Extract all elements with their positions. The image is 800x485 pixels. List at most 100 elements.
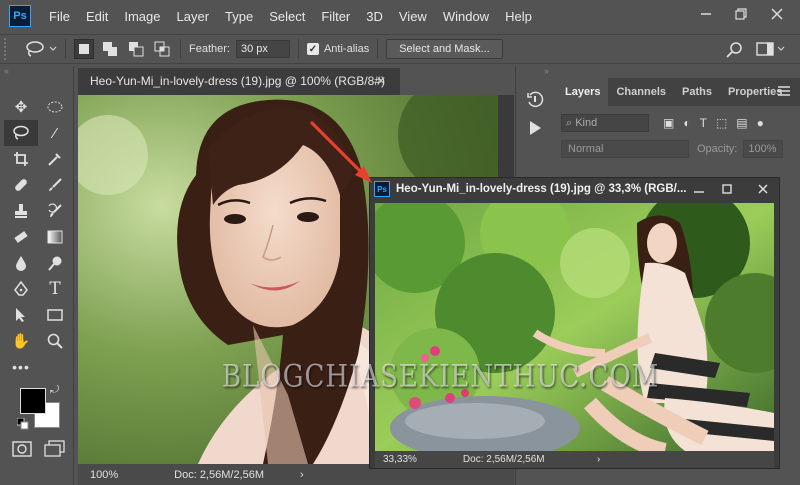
divider <box>297 39 299 59</box>
menu-file[interactable]: File <box>41 9 78 24</box>
blend-mode-select[interactable]: Normal <box>561 140 689 158</box>
brush-tool[interactable] <box>38 172 72 198</box>
blur-tool[interactable] <box>4 250 38 276</box>
filter-toggle-icon[interactable]: ● <box>757 116 764 130</box>
filter-smart-object-icon[interactable]: ▤ <box>736 116 747 130</box>
type-tool[interactable]: T <box>38 276 72 302</box>
menu-edit[interactable]: Edit <box>78 9 116 24</box>
add-selection-icon <box>103 42 117 56</box>
tab-paths[interactable]: Paths <box>674 78 720 106</box>
menu-image[interactable]: Image <box>116 9 168 24</box>
close-icon <box>758 184 768 194</box>
floating-window-title: Heo-Yun-Mi_in-lovely-dress (19).jpg @ 33… <box>396 183 687 195</box>
filter-shape-icon[interactable]: ⬚ <box>716 116 727 130</box>
close-document-button[interactable] <box>752 180 774 198</box>
eyedropper-tool[interactable] <box>38 146 72 172</box>
maximize-document-button[interactable] <box>716 180 738 198</box>
foreground-color-swatch[interactable] <box>20 388 46 414</box>
document-tab[interactable]: Heo-Yun-Mi_in-lovely-dress (19).jpg @ 10… <box>78 68 400 95</box>
tab-channels[interactable]: Channels <box>608 78 674 106</box>
history-brush-tool[interactable] <box>38 198 72 224</box>
intersect-selection-icon <box>154 41 170 57</box>
swap-colors-icon[interactable]: ⤾ <box>50 384 59 397</box>
pen-tool[interactable] <box>4 276 38 302</box>
floating-document-window[interactable]: Ps Heo-Yun-Mi_in-lovely-dress (19).jpg @… <box>369 177 780 469</box>
subtract-from-selection-button[interactable] <box>126 39 146 59</box>
document-canvas-small[interactable] <box>375 203 774 451</box>
maximize-window-button[interactable] <box>724 0 758 28</box>
status-menu-arrow[interactable]: › <box>597 454 600 465</box>
marquee-tool[interactable] <box>38 94 72 120</box>
actions-panel-button[interactable] <box>522 116 548 140</box>
move-tool[interactable]: ✥ <box>4 94 38 120</box>
zoom-tool[interactable] <box>38 328 72 354</box>
divider <box>65 39 66 59</box>
drop-icon <box>16 256 26 271</box>
screen-mode-icon <box>44 440 65 457</box>
edit-toolbar-button[interactable]: ••• <box>4 354 38 380</box>
lasso-tool[interactable] <box>4 120 38 146</box>
menu-filter[interactable]: Filter <box>313 9 358 24</box>
default-colors-icon[interactable] <box>16 417 29 433</box>
clone-stamp-tool[interactable] <box>4 198 38 224</box>
chevron-down-icon <box>777 46 785 51</box>
history-brush-icon <box>48 203 62 217</box>
magic-wand-tool[interactable]: ⁄ <box>38 120 72 146</box>
divider <box>180 39 181 59</box>
tab-layers[interactable]: Layers <box>557 78 609 106</box>
healing-brush-tool[interactable] <box>4 172 38 198</box>
quick-mask-button[interactable] <box>12 440 32 461</box>
panel-collapse-handle[interactable]: « <box>0 66 73 78</box>
gradient-tool[interactable] <box>38 224 72 250</box>
minimize-document-button[interactable] <box>688 180 710 198</box>
search-button[interactable] <box>726 41 744 62</box>
eyedropper-icon <box>48 153 61 166</box>
search-icon <box>726 42 742 58</box>
pointer-icon <box>16 308 25 322</box>
close-icon <box>771 8 783 20</box>
menu-layer[interactable]: Layer <box>169 9 218 24</box>
feather-input[interactable]: 30 px <box>235 40 290 58</box>
close-window-button[interactable] <box>760 0 794 28</box>
zoom-level-small[interactable]: 33,33% <box>383 454 417 465</box>
menu-type[interactable]: Type <box>217 9 261 24</box>
more-icon: ••• <box>12 359 30 375</box>
panel-menu-icon[interactable] <box>778 86 790 99</box>
new-selection-button[interactable] <box>74 39 94 59</box>
pen-icon <box>14 281 28 296</box>
screen-mode-button[interactable] <box>44 440 66 461</box>
anti-alias-label: Anti-alias <box>323 43 370 55</box>
crop-tool[interactable] <box>4 146 38 172</box>
menu-3d[interactable]: 3D <box>358 9 391 24</box>
doc-size-info-small: Doc: 2,56M/2,56M <box>462 454 545 465</box>
menu-select[interactable]: Select <box>261 9 313 24</box>
add-to-selection-button[interactable] <box>100 39 120 59</box>
menu-help[interactable]: Help <box>497 9 540 24</box>
minimize-window-button[interactable] <box>689 0 723 28</box>
status-menu-arrow[interactable]: › <box>300 469 304 481</box>
panel-collapse-handle[interactable]: » <box>516 66 553 78</box>
filter-pixel-icon[interactable]: ▣ <box>663 116 674 130</box>
history-panel-button[interactable] <box>522 88 548 112</box>
opacity-input[interactable]: 100% <box>743 140 784 158</box>
layer-filter-kind[interactable]: ⌕ Kind <box>561 114 649 132</box>
eraser-tool[interactable] <box>4 224 38 250</box>
close-tab-icon[interactable]: ✕ <box>376 68 386 95</box>
select-and-mask-button[interactable]: Select and Mask... <box>386 39 503 59</box>
workspace-switcher[interactable] <box>756 41 785 57</box>
zoom-level[interactable]: 100% <box>90 469 118 481</box>
panel-tabs: Layers Channels Paths Properties <box>557 78 800 106</box>
anti-alias-checkbox[interactable]: ✓ <box>306 43 319 55</box>
intersect-selection-button[interactable] <box>152 39 172 59</box>
dodge-tool[interactable] <box>38 250 72 276</box>
path-selection-tool[interactable] <box>4 302 38 328</box>
crop-icon <box>14 152 28 166</box>
menu-view[interactable]: View <box>391 9 435 24</box>
rectangle-tool[interactable] <box>38 302 72 328</box>
filter-adjustment-icon[interactable]: ◐ <box>683 116 690 130</box>
doc-size-info: Doc: 2,56M/2,56M <box>174 468 265 481</box>
menu-window[interactable]: Window <box>435 9 497 24</box>
lasso-preset-picker[interactable] <box>24 40 57 58</box>
filter-type-icon[interactable]: T <box>700 116 707 130</box>
hand-tool[interactable]: ✋ <box>4 328 38 354</box>
